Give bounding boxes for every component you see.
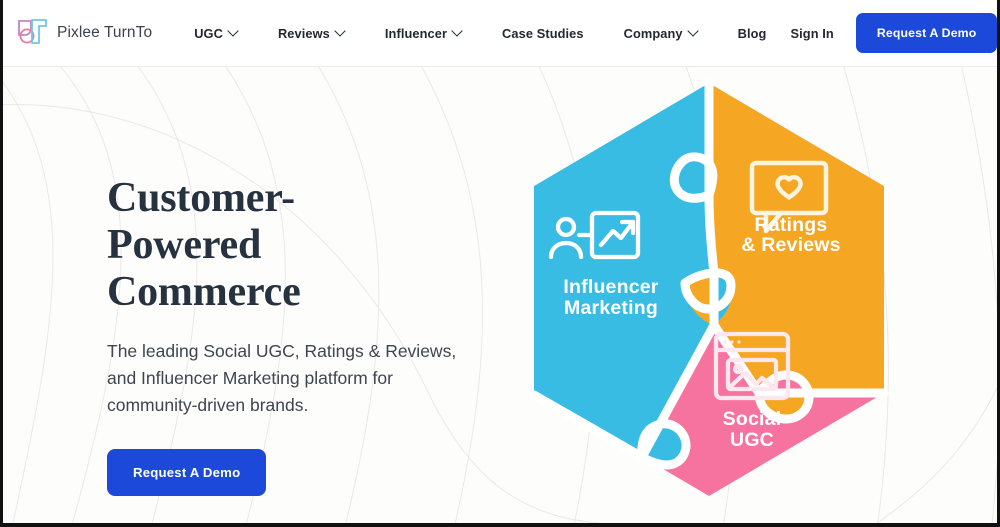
sign-in-link[interactable]: Sign In bbox=[786, 20, 837, 47]
pixlee-turnto-logo-icon bbox=[18, 19, 47, 44]
nav-item-label: Case Studies bbox=[502, 25, 584, 41]
main-navigation-bar: Pixlee TurnTo UGC Reviews Influencer Cas… bbox=[3, 0, 997, 67]
brand-name-text: Pixlee TurnTo bbox=[57, 24, 153, 41]
chevron-down-icon bbox=[336, 27, 345, 36]
request-demo-button-hero[interactable]: Request A Demo bbox=[107, 449, 267, 497]
piece-label-influencer-line1: Influencer bbox=[563, 276, 658, 298]
request-demo-button-nav[interactable]: Request A Demo bbox=[855, 13, 997, 53]
hero-title-line-1: Customer-Powered bbox=[107, 175, 295, 269]
hero-title: Customer-Powered Commerce bbox=[107, 175, 447, 316]
nav-item-label: Influencer bbox=[384, 25, 448, 41]
piece-label-influencer-line2: Marketing bbox=[564, 297, 658, 319]
piece-label-social-ugc-line1: Social bbox=[723, 408, 782, 430]
nav-item-influencer[interactable]: Influencer bbox=[365, 20, 482, 47]
brand-logo-link[interactable]: Pixlee TurnTo bbox=[15, 17, 152, 49]
nav-item-reviews[interactable]: Reviews bbox=[258, 20, 365, 47]
nav-item-label: Reviews bbox=[277, 25, 330, 41]
hexagon-puzzle-graphic: Ratings & Reviews Influencer Marketing S… bbox=[509, 75, 909, 515]
hero-section: Customer-Powered Commerce The leading So… bbox=[3, 67, 997, 523]
hero-content-wrapper: Customer-Powered Commerce The leading So… bbox=[3, 67, 997, 523]
nav-item-case-studies[interactable]: Case Studies bbox=[482, 20, 604, 47]
piece-label-social-ugc-line2: UGC bbox=[730, 429, 774, 451]
hexagon-puzzle-svg: Ratings & Reviews Influencer Marketing S… bbox=[529, 78, 889, 496]
nav-actions-group: Sign In Request A Demo bbox=[786, 13, 997, 53]
nav-item-company[interactable]: Company bbox=[604, 20, 718, 47]
nav-links-group: UGC Reviews Influencer Case Studies Comp… bbox=[174, 20, 786, 47]
nav-item-label: Blog bbox=[737, 25, 767, 41]
hero-subtitle: The leading Social UGC, Ratings & Review… bbox=[107, 341, 457, 415]
piece-label-ratings-line2: & Reviews bbox=[741, 234, 840, 256]
chevron-down-icon bbox=[229, 27, 238, 36]
nav-item-blog[interactable]: Blog bbox=[718, 20, 787, 47]
chevron-down-icon bbox=[689, 27, 698, 36]
nav-item-label: Company bbox=[623, 25, 683, 41]
browser-viewport: Pixlee TurnTo UGC Reviews Influencer Cas… bbox=[0, 0, 1000, 527]
nav-item-ugc[interactable]: UGC bbox=[174, 20, 258, 47]
chevron-down-icon bbox=[453, 27, 462, 36]
hero-copy-block: Customer-Powered Commerce The leading So… bbox=[3, 67, 473, 497]
hero-title-line-2: Commerce bbox=[107, 269, 301, 316]
nav-item-label: UGC bbox=[194, 25, 223, 41]
piece-label-ratings-line1: Ratings bbox=[755, 214, 828, 236]
